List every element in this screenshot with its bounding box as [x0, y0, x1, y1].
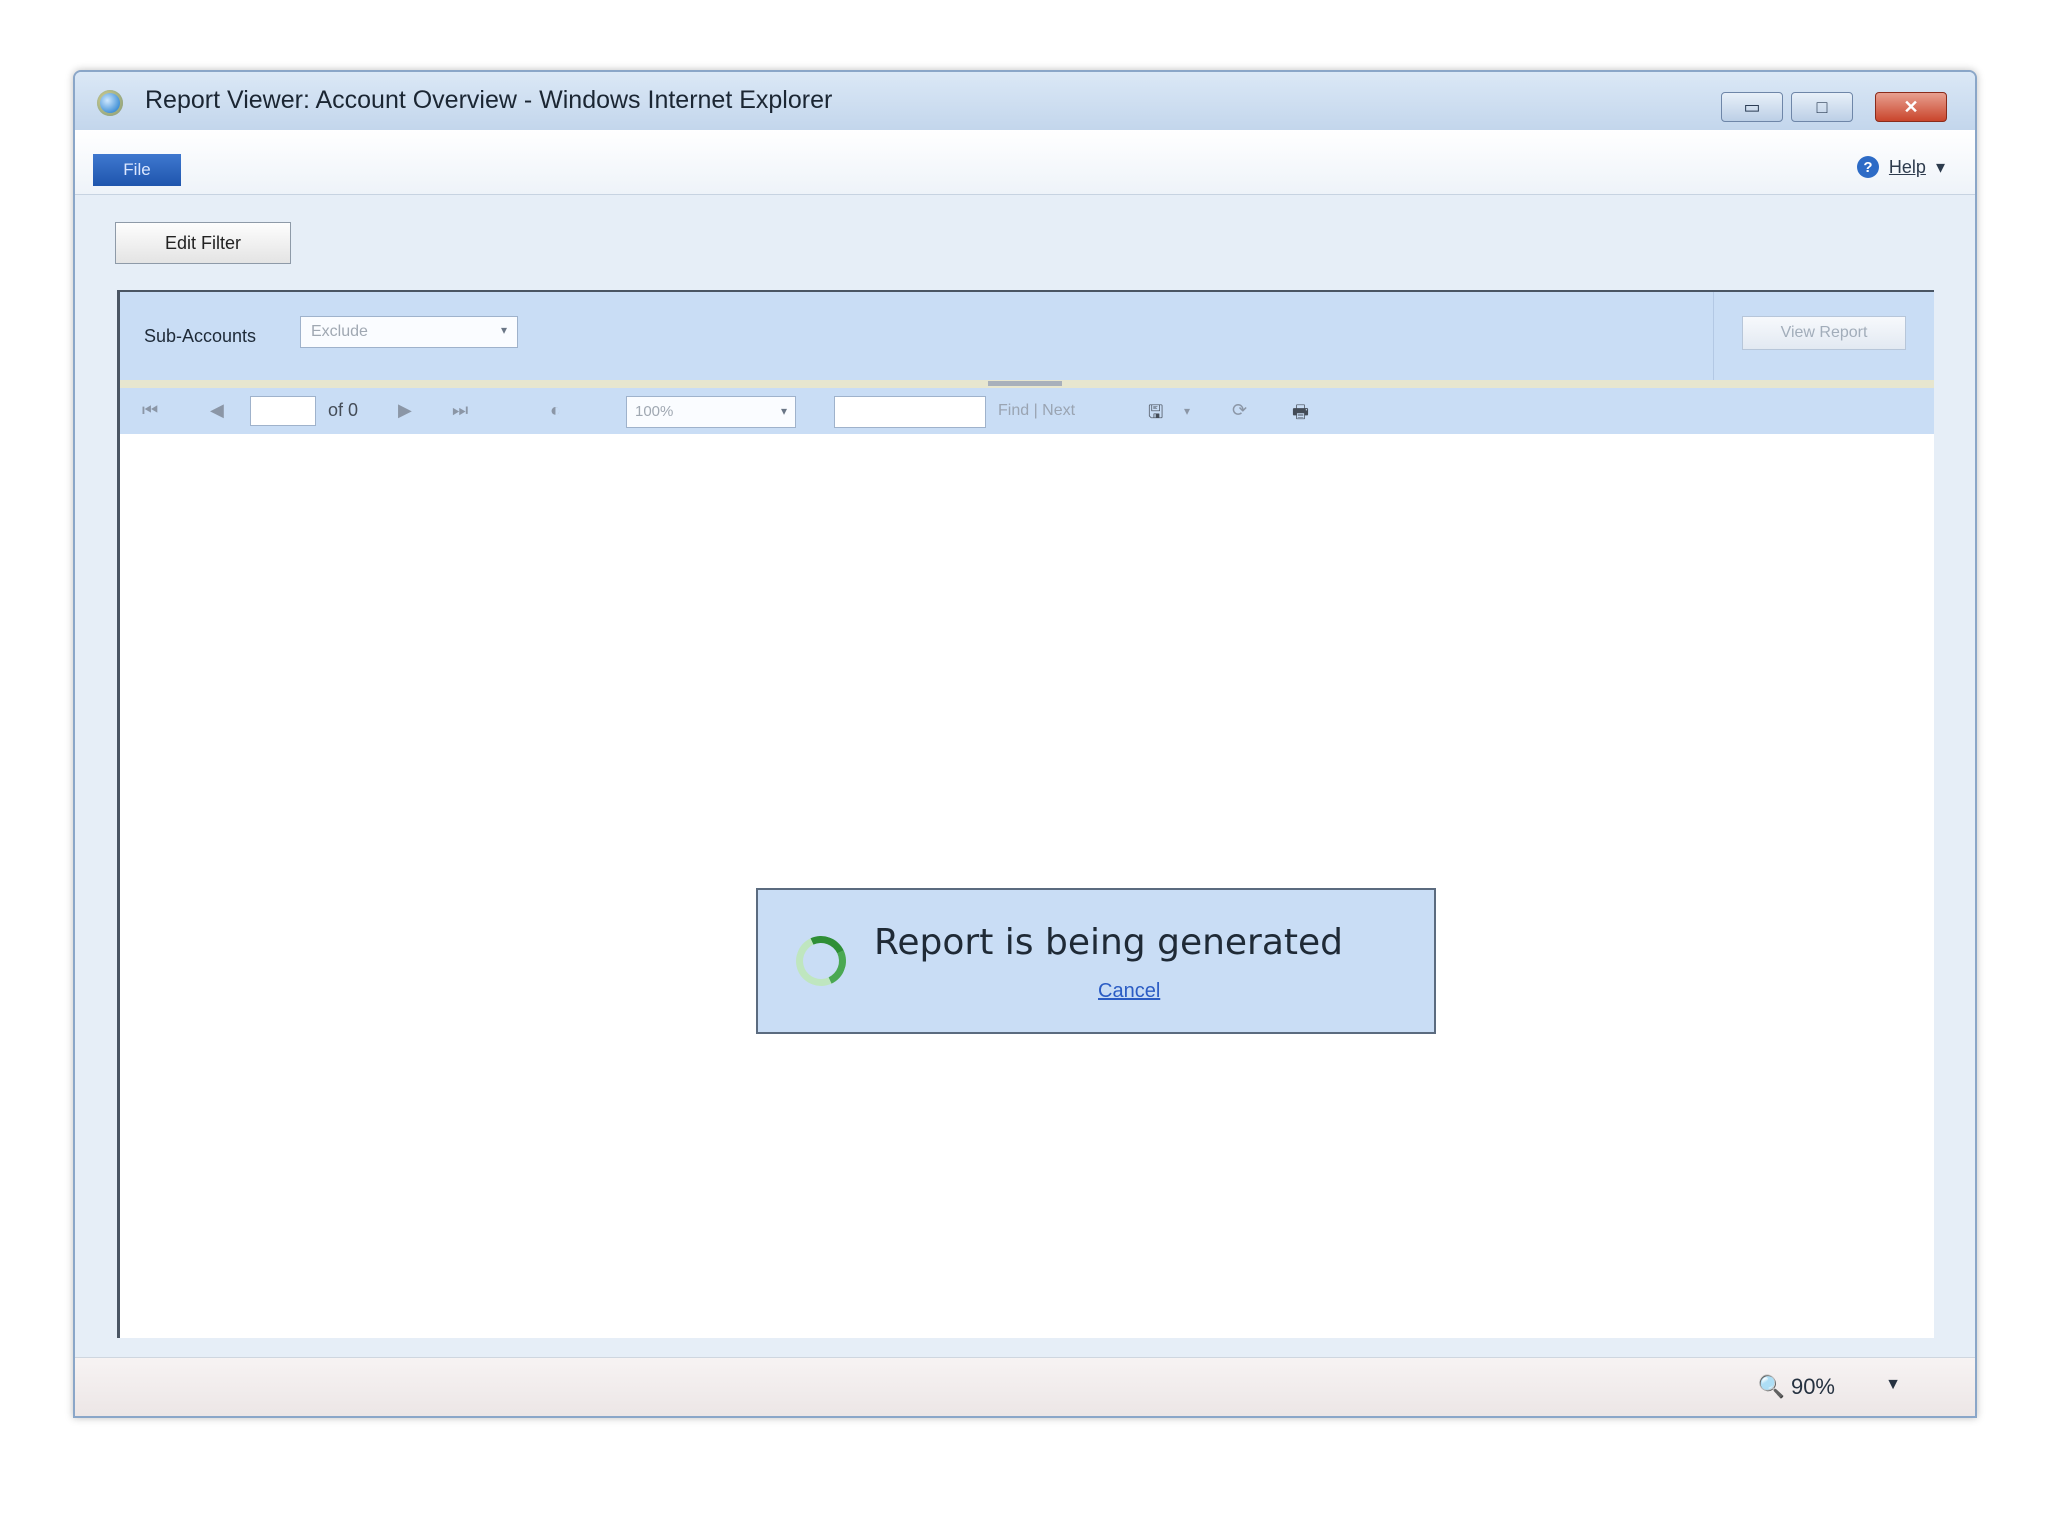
back-to-parent-icon[interactable]: ◐	[550, 400, 561, 421]
close-button[interactable]: ✕	[1875, 92, 1947, 122]
cancel-link[interactable]: Cancel	[1098, 980, 1160, 1003]
export-chevron-icon[interactable]: ▾	[1184, 404, 1190, 418]
last-page-icon[interactable]: ⏭	[452, 400, 468, 421]
internet-explorer-icon	[97, 90, 123, 116]
report-toolbar: ⏮ ◀ of 0 ▶ ⏭ ◐ 100% ▾ Find | Next 🖫 ▾ ⟳ …	[120, 388, 1934, 435]
zoom-icon: 🔍	[1757, 1374, 1785, 1399]
chevron-down-icon: ▾	[1935, 156, 1945, 177]
status-bar: 🔍 90% ▼	[75, 1357, 1975, 1416]
splitter-grip-icon[interactable]	[988, 381, 1062, 386]
zoom-value: 100%	[635, 403, 674, 420]
first-page-icon[interactable]: ⏮	[142, 400, 158, 421]
parameters-panel: Sub-Accounts Exclude ▾ View Report	[120, 292, 1934, 381]
divider	[1713, 292, 1714, 380]
minimize-button[interactable]: ▭	[1721, 92, 1783, 122]
window-title: Report Viewer: Account Overview - Window…	[145, 86, 833, 114]
file-menu-button[interactable]: File	[93, 154, 181, 186]
title-bar: Report Viewer: Account Overview - Window…	[75, 72, 1975, 131]
next-page-icon[interactable]: ▶	[398, 400, 412, 421]
export-icon[interactable]: 🖫	[1148, 400, 1163, 430]
subaccounts-value: Exclude	[311, 323, 368, 340]
report-viewer: Sub-Accounts Exclude ▾ View Report ⏮ ◀ o…	[117, 290, 1934, 1338]
refresh-icon[interactable]: ⟳	[1232, 400, 1247, 421]
chevron-down-icon: ▾	[780, 404, 787, 418]
previous-page-icon[interactable]: ◀	[210, 400, 224, 421]
help-menu[interactable]: ? Help ▾	[1856, 156, 1945, 178]
loading-message: Report is being generated	[874, 922, 1344, 963]
view-report-button[interactable]: View Report	[1742, 316, 1906, 350]
edit-filter-button[interactable]: Edit Filter	[115, 222, 291, 264]
find-next-links[interactable]: Find | Next	[998, 402, 1075, 420]
spinner-icon	[788, 928, 854, 994]
find-text-input[interactable]	[834, 396, 986, 428]
subaccounts-select[interactable]: Exclude ▾	[300, 316, 518, 348]
menu-bar: File ? Help ▾	[75, 130, 1975, 195]
help-label: Help	[1888, 156, 1926, 177]
zoom-level: 90%	[1790, 1374, 1835, 1399]
print-icon[interactable]: 🖶	[1292, 400, 1309, 430]
report-content-area	[120, 434, 1934, 1338]
page-count-label: of 0	[328, 400, 359, 420]
page-number-input[interactable]	[250, 396, 316, 426]
subaccounts-label: Sub-Accounts	[144, 326, 257, 346]
zoom-level-control[interactable]: 🔍 90%	[1758, 1374, 1835, 1400]
help-icon: ?	[1856, 156, 1879, 178]
loading-dialog: Report is being generated Cancel	[756, 888, 1436, 1034]
parameter-splitter[interactable]	[120, 380, 1934, 388]
browser-window: Report Viewer: Account Overview - Window…	[73, 70, 1977, 1418]
maximize-button[interactable]: □	[1791, 92, 1853, 122]
zoom-select[interactable]: 100% ▾	[626, 396, 796, 428]
zoom-dropdown-icon[interactable]: ▼	[1885, 1376, 1901, 1394]
chevron-down-icon: ▾	[500, 323, 507, 337]
